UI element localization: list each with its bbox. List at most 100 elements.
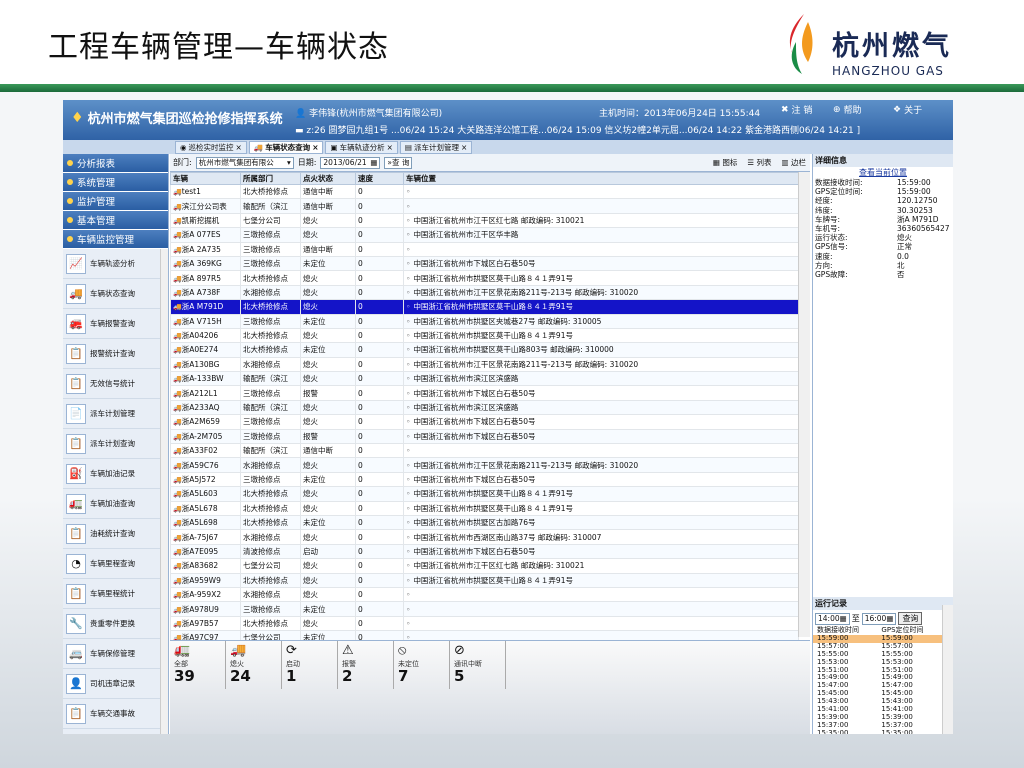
sidebar-item[interactable]: 📋 派车计划查询: [63, 429, 168, 459]
close-icon[interactable]: ×: [461, 143, 467, 152]
sidebar-item[interactable]: 👤 司机违章记录: [63, 669, 168, 699]
runlog-row[interactable]: 15:35:00 15:35:00: [813, 729, 942, 734]
tab-track-analysis[interactable]: ▣ 车辆轨迹分析 ×: [325, 141, 398, 154]
pin-icon: ◦: [406, 546, 411, 556]
table-row[interactable]: 🚚 滨江分公司表 输配所（滨江 通信中断 0 ◦: [170, 198, 799, 214]
table-row[interactable]: 🚚 浙A130BG 水湘抢修点 熄火 0 ◦ 中国浙江省杭州市江干区景花南路211号-21…: [170, 356, 799, 373]
close-icon[interactable]: ×: [236, 143, 242, 152]
close-icon[interactable]: ×: [387, 143, 393, 152]
sidebar-item[interactable]: 🚛 车辆加油查询: [63, 489, 168, 519]
sidebar-item[interactable]: 📋 无效信号统计: [63, 369, 168, 399]
sidebar-scrollbar[interactable]: [160, 249, 168, 734]
sidebar-item[interactable]: 🔧 贵重零件更换: [63, 609, 168, 639]
tab-vehicle-status[interactable]: 🚚 车辆状态查询 ×: [248, 141, 324, 154]
column-header[interactable]: 点火状态: [300, 172, 356, 185]
sidebar-item[interactable]: 📋 车辆里程统计: [63, 579, 168, 609]
logout-button[interactable]: ✖ 注 销: [781, 103, 812, 117]
about-button[interactable]: ❖ 关于: [893, 103, 922, 117]
table-row[interactable]: 🚚 浙A7E095 清波抢修点 启动 0 ◦ 中国浙江省杭州市下城区白石巷50号: [170, 543, 799, 560]
table-cell: 🚚 浙A233AQ: [170, 399, 241, 416]
table-row[interactable]: 🚚 浙A5L603 北大桥抢修点 熄火 0 ◦ 中国浙江省杭州市拱墅区莫干山路８４１弄91…: [170, 486, 799, 502]
table-row[interactable]: 🚚 浙A 369KG 三墩抢修点 未定位 0 ◦ 中国浙江省杭州市下城区白石巷50号: [170, 255, 799, 272]
sidebar-group[interactable]: 基本管理: [63, 211, 168, 230]
view-sidebar-button[interactable]: ▥ 边栏: [782, 157, 806, 168]
sidebar-item[interactable]: ◔ 车辆里程查询: [63, 549, 168, 579]
sidebar-item[interactable]: 📈 车辆轨迹分析: [63, 249, 168, 279]
table-row[interactable]: 🚚 test1 北大桥抢修点 通信中断 0 ◦: [170, 183, 799, 200]
status-1[interactable]: 🚚 熄火 24: [226, 641, 282, 689]
help-button[interactable]: ⊕ 帮助: [833, 103, 862, 117]
table-cell: 熄火: [300, 212, 356, 229]
table-row[interactable]: 🚚 浙A 2A735 三墩抢修点 通信中断 0 ◦: [170, 241, 799, 257]
table-row[interactable]: 🚚 浙A5L678 北大桥抢修点 熄火 0 ◦ 中国浙江省杭州市拱墅区莫干山路８４１弄91…: [170, 500, 799, 516]
clipboard-icon: 📋: [66, 523, 86, 544]
query-button[interactable]: »查 询: [384, 156, 413, 169]
sidebar-item[interactable]: 🚚 车辆状态查询: [63, 279, 168, 309]
pin-icon: ◦: [406, 244, 411, 254]
runlog-query-button[interactable]: 查询: [898, 612, 923, 625]
table-row[interactable]: 🚚 浙A04206 北大桥抢修点 熄火 0 ◦ 中国浙江省杭州市拱墅区莫干山路８４１弄91…: [170, 327, 799, 344]
table-row[interactable]: 🚚 浙A-2M705 三墩抢修点 报警 0 ◦ 中国浙江省杭州市下城区白石巷50号: [170, 428, 799, 445]
table-row[interactable]: 🚚 浙A A738F 水湘抢修点 熄火 0 ◦ 中国浙江省杭州市江干区景花南路211号-2…: [170, 284, 799, 301]
status-0[interactable]: 🚛 全部 39: [170, 641, 226, 689]
column-header[interactable]: 所属部门: [240, 172, 301, 185]
table-row[interactable]: 🚚 浙A-75J67 水湘抢修点 熄火 0 ◦ 中国浙江省杭州市西湖区南山路37号 邮政编…: [170, 529, 799, 545]
sidebar-group[interactable]: 车辆监控管理: [63, 230, 168, 249]
cell-text: 北大桥抢修点: [243, 345, 288, 355]
date-input[interactable]: 2013/06/21 ▦: [320, 156, 381, 169]
table-row[interactable]: 🚚 浙A5J572 三墩抢修点 未定位 0 ◦ 中国浙江省杭州市下城区白石巷50号: [170, 471, 799, 488]
table-cell: 北大桥抢修点: [240, 270, 301, 286]
column-header[interactable]: 车辆位置: [403, 172, 799, 185]
table-row[interactable]: 🚚 浙A 897R5 北大桥抢修点 熄火 0 ◦ 中国浙江省杭州市拱墅区莫干山路８４１弄9…: [170, 270, 799, 286]
view-list-button[interactable]: ☰ 列表: [747, 157, 771, 168]
table-row[interactable]: 🚚 浙A233AQ 输配所（滨江 熄火 0 ◦ 中国浙江省杭州市滨江区滨盛路: [170, 399, 799, 416]
table-row[interactable]: 🚚 浙A2M659 三墩抢修点 熄火 0 ◦ 中国浙江省杭州市下城区白石巷50号: [170, 414, 799, 430]
status-4[interactable]: ⦸ 未定位 7: [394, 641, 450, 689]
sidebar-group[interactable]: 分析报表: [63, 154, 168, 173]
cell-text: 熄火: [303, 590, 318, 600]
tab-patrol-monitor[interactable]: ◉ 巡检实时监控 ×: [175, 141, 247, 154]
column-header[interactable]: 车辆: [170, 172, 241, 185]
tab-dispatch-plan[interactable]: ▤ 派车计划管理 ×: [399, 141, 473, 154]
table-scrollbar[interactable]: [798, 172, 810, 637]
table-row[interactable]: 🚚 浙A83682 七堡分公司 熄火 0 ◦ 中国浙江省杭州市江干区红七路 邮政编码: 3…: [170, 558, 799, 574]
table-row[interactable]: 🚚 浙A97B57 北大桥抢修点 熄火 0 ◦: [170, 615, 799, 632]
sidebar-item[interactable]: 📋 车辆交通事故: [63, 699, 168, 729]
sidebar-group[interactable]: 系统管理: [63, 173, 168, 192]
table-row[interactable]: 🚚 浙A-133BW 输配所（滨江 熄火 0 ◦ 中国浙江省杭州市滨江区滨盛路: [170, 371, 799, 387]
sidebar-item[interactable]: 📋 油耗统计查询: [63, 519, 168, 549]
dept-select[interactable]: 杭州市燃气集团有限公 ▾: [195, 156, 294, 169]
sidebar-item[interactable]: 📄 派车计划管理: [63, 399, 168, 429]
table-row[interactable]: 🚚 浙A-959X2 水湘抢修点 熄火 0 ◦: [170, 586, 799, 603]
sidebar-item[interactable]: 🚒 车辆报警查询: [63, 309, 168, 339]
table-row[interactable]: 🚚 浙A0E274 北大桥抢修点 未定位 0 ◦ 中国浙江省杭州市拱墅区莫干山路803号 …: [170, 342, 799, 358]
view-icons-button[interactable]: ▦ 图标: [713, 157, 737, 168]
table-row[interactable]: 🚚 浙A59C76 水湘抢修点 熄火 0 ◦ 中国浙江省杭州市江干区景花南路211号-21…: [170, 457, 799, 473]
table-header: 车辆 所属部门 点火状态 速度 车辆位置: [170, 172, 799, 185]
table-row[interactable]: 🚚 浙A 077ES 三墩抢修点 熄火 0 ◦ 中国浙江省杭州市江干区华丰路: [170, 227, 799, 243]
status-3[interactable]: ⚠ 报警 2: [338, 641, 394, 689]
status-5[interactable]: ⊘ 通讯中断 5: [450, 641, 506, 689]
view-position-link[interactable]: 查看当前位置: [813, 167, 953, 178]
close-icon[interactable]: ×: [312, 143, 318, 152]
sidebar-item[interactable]: ⛽ 车辆加油记录: [63, 459, 168, 489]
table-row[interactable]: 🚚 浙A978U9 三墩抢修点 未定位 0 ◦: [170, 601, 799, 617]
runlog-from-input[interactable]: 14:00 ▦: [815, 612, 850, 625]
table-row[interactable]: 🚚 浙A959W9 北大桥抢修点 熄火 0 ◦ 中国浙江省杭州市拱墅区莫干山路８４１弄91…: [170, 572, 799, 588]
sidebar-group[interactable]: 监护管理: [63, 192, 168, 211]
sidebar-item[interactable]: 🚐 车辆保修管理: [63, 639, 168, 669]
runlog-to-input[interactable]: 16:00 ▦: [861, 612, 897, 625]
tab-label: 巡检实时监控: [188, 143, 234, 152]
table-row[interactable]: 🚚 浙A33F02 输配所（滨江 通信中断 0 ◦: [170, 443, 799, 459]
pin-icon: ◦: [406, 590, 411, 600]
table-row[interactable]: 🚚 浙A212L1 三墩抢修点 报警 0 ◦ 中国浙江省杭州市下城区白石巷50号: [170, 385, 799, 401]
sidebar-item[interactable]: 📋 报警统计查询: [63, 339, 168, 369]
table-cell: 0: [355, 500, 404, 516]
status-2[interactable]: ⟳ 启动 1: [282, 641, 338, 689]
table-row[interactable]: 🚚 浙A V715H 三墩抢修点 未定位 0 ◦ 中国浙江省杭州市拱墅区夹城巷27号 邮政…: [170, 313, 799, 329]
table-row[interactable]: 🚚 浙A M791D 北大桥抢修点 熄火 0 ◦ 中国浙江省杭州市拱墅区莫干山路８４１弄9…: [170, 299, 799, 315]
column-header[interactable]: 速度: [355, 172, 404, 185]
table-row[interactable]: 🚚 凯斯挖掘机 七堡分公司 熄火 0 ◦ 中国浙江省杭州市江干区红七路 邮政编码: 310…: [170, 212, 799, 229]
runlog-scrollbar[interactable]: [942, 605, 953, 734]
table-row[interactable]: 🚚 浙A5L698 北大桥抢修点 未定位 0 ◦ 中国浙江省杭州市拱墅区古加路76号: [170, 514, 799, 531]
